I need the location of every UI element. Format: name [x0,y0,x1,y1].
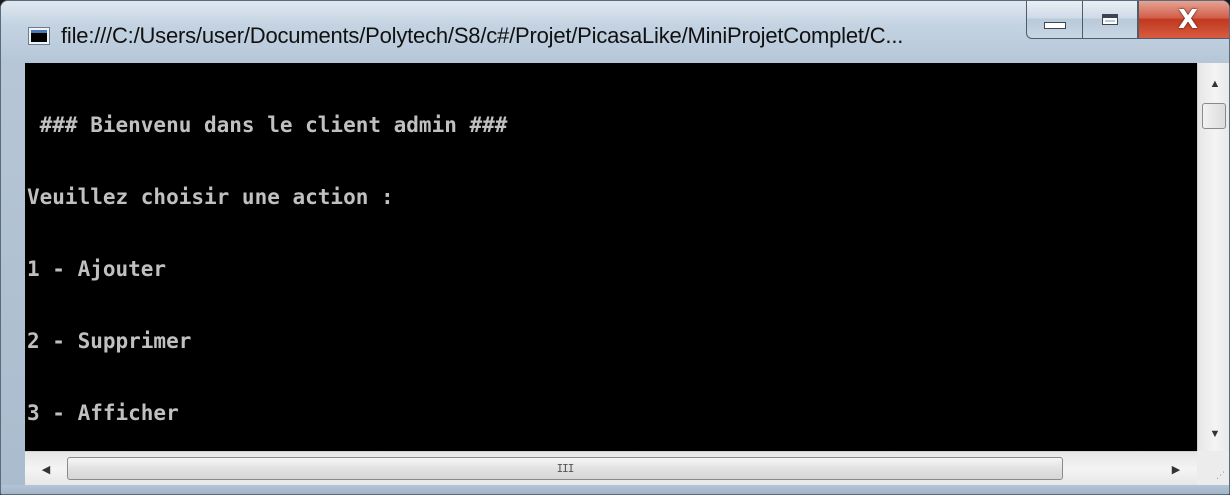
scroll-left-arrow-icon[interactable]: ◀ [31,452,61,486]
scroll-right-arrow-icon[interactable]: ▶ [1161,452,1191,486]
vertical-scroll-thumb[interactable] [1202,103,1226,129]
maximize-icon [1102,14,1118,25]
size-grip-icon: ⋰ [1216,471,1225,481]
console-line-option-delete: 2 - Supprimer [27,329,192,353]
size-grip[interactable]: ⋰ [1197,451,1229,485]
console-text: ### Bienvenu dans le client admin ### Ve… [27,65,507,451]
maximize-button[interactable] [1082,1,1138,39]
scroll-thumb-grip-icon: III [556,462,575,475]
scroll-down-arrow-icon[interactable]: ▼ [1198,419,1229,449]
console-line-prompt: Veuillez choisir une action : [27,185,394,209]
console-line-welcome: ### Bienvenu dans le client admin ### [27,113,508,137]
minimize-button[interactable] [1026,1,1082,39]
console-line-option-display: 3 - Afficher [27,401,179,425]
console-window: file:///C:/Users/user/Documents/Polytech… [0,0,1230,495]
console-window-icon[interactable] [28,27,50,45]
close-button[interactable]: X [1138,1,1229,39]
minimize-icon [1043,22,1066,29]
horizontal-scroll-thumb[interactable]: III [67,457,1063,480]
horizontal-scrollbar[interactable]: ◀ III ▶ [25,451,1197,486]
scroll-up-arrow-icon[interactable]: ▲ [1198,69,1229,99]
vertical-scrollbar[interactable]: ▲ ▼ [1197,63,1229,451]
console-output[interactable]: ### Bienvenu dans le client admin ### Ve… [25,63,1197,451]
caption-buttons: X [1026,1,1229,39]
close-icon: X [1177,4,1199,35]
window-bottom-frame [1,485,1229,494]
window-title: file:///C:/Users/user/Documents/Polytech… [61,23,904,48]
console-line-option-add: 1 - Ajouter [27,257,167,281]
